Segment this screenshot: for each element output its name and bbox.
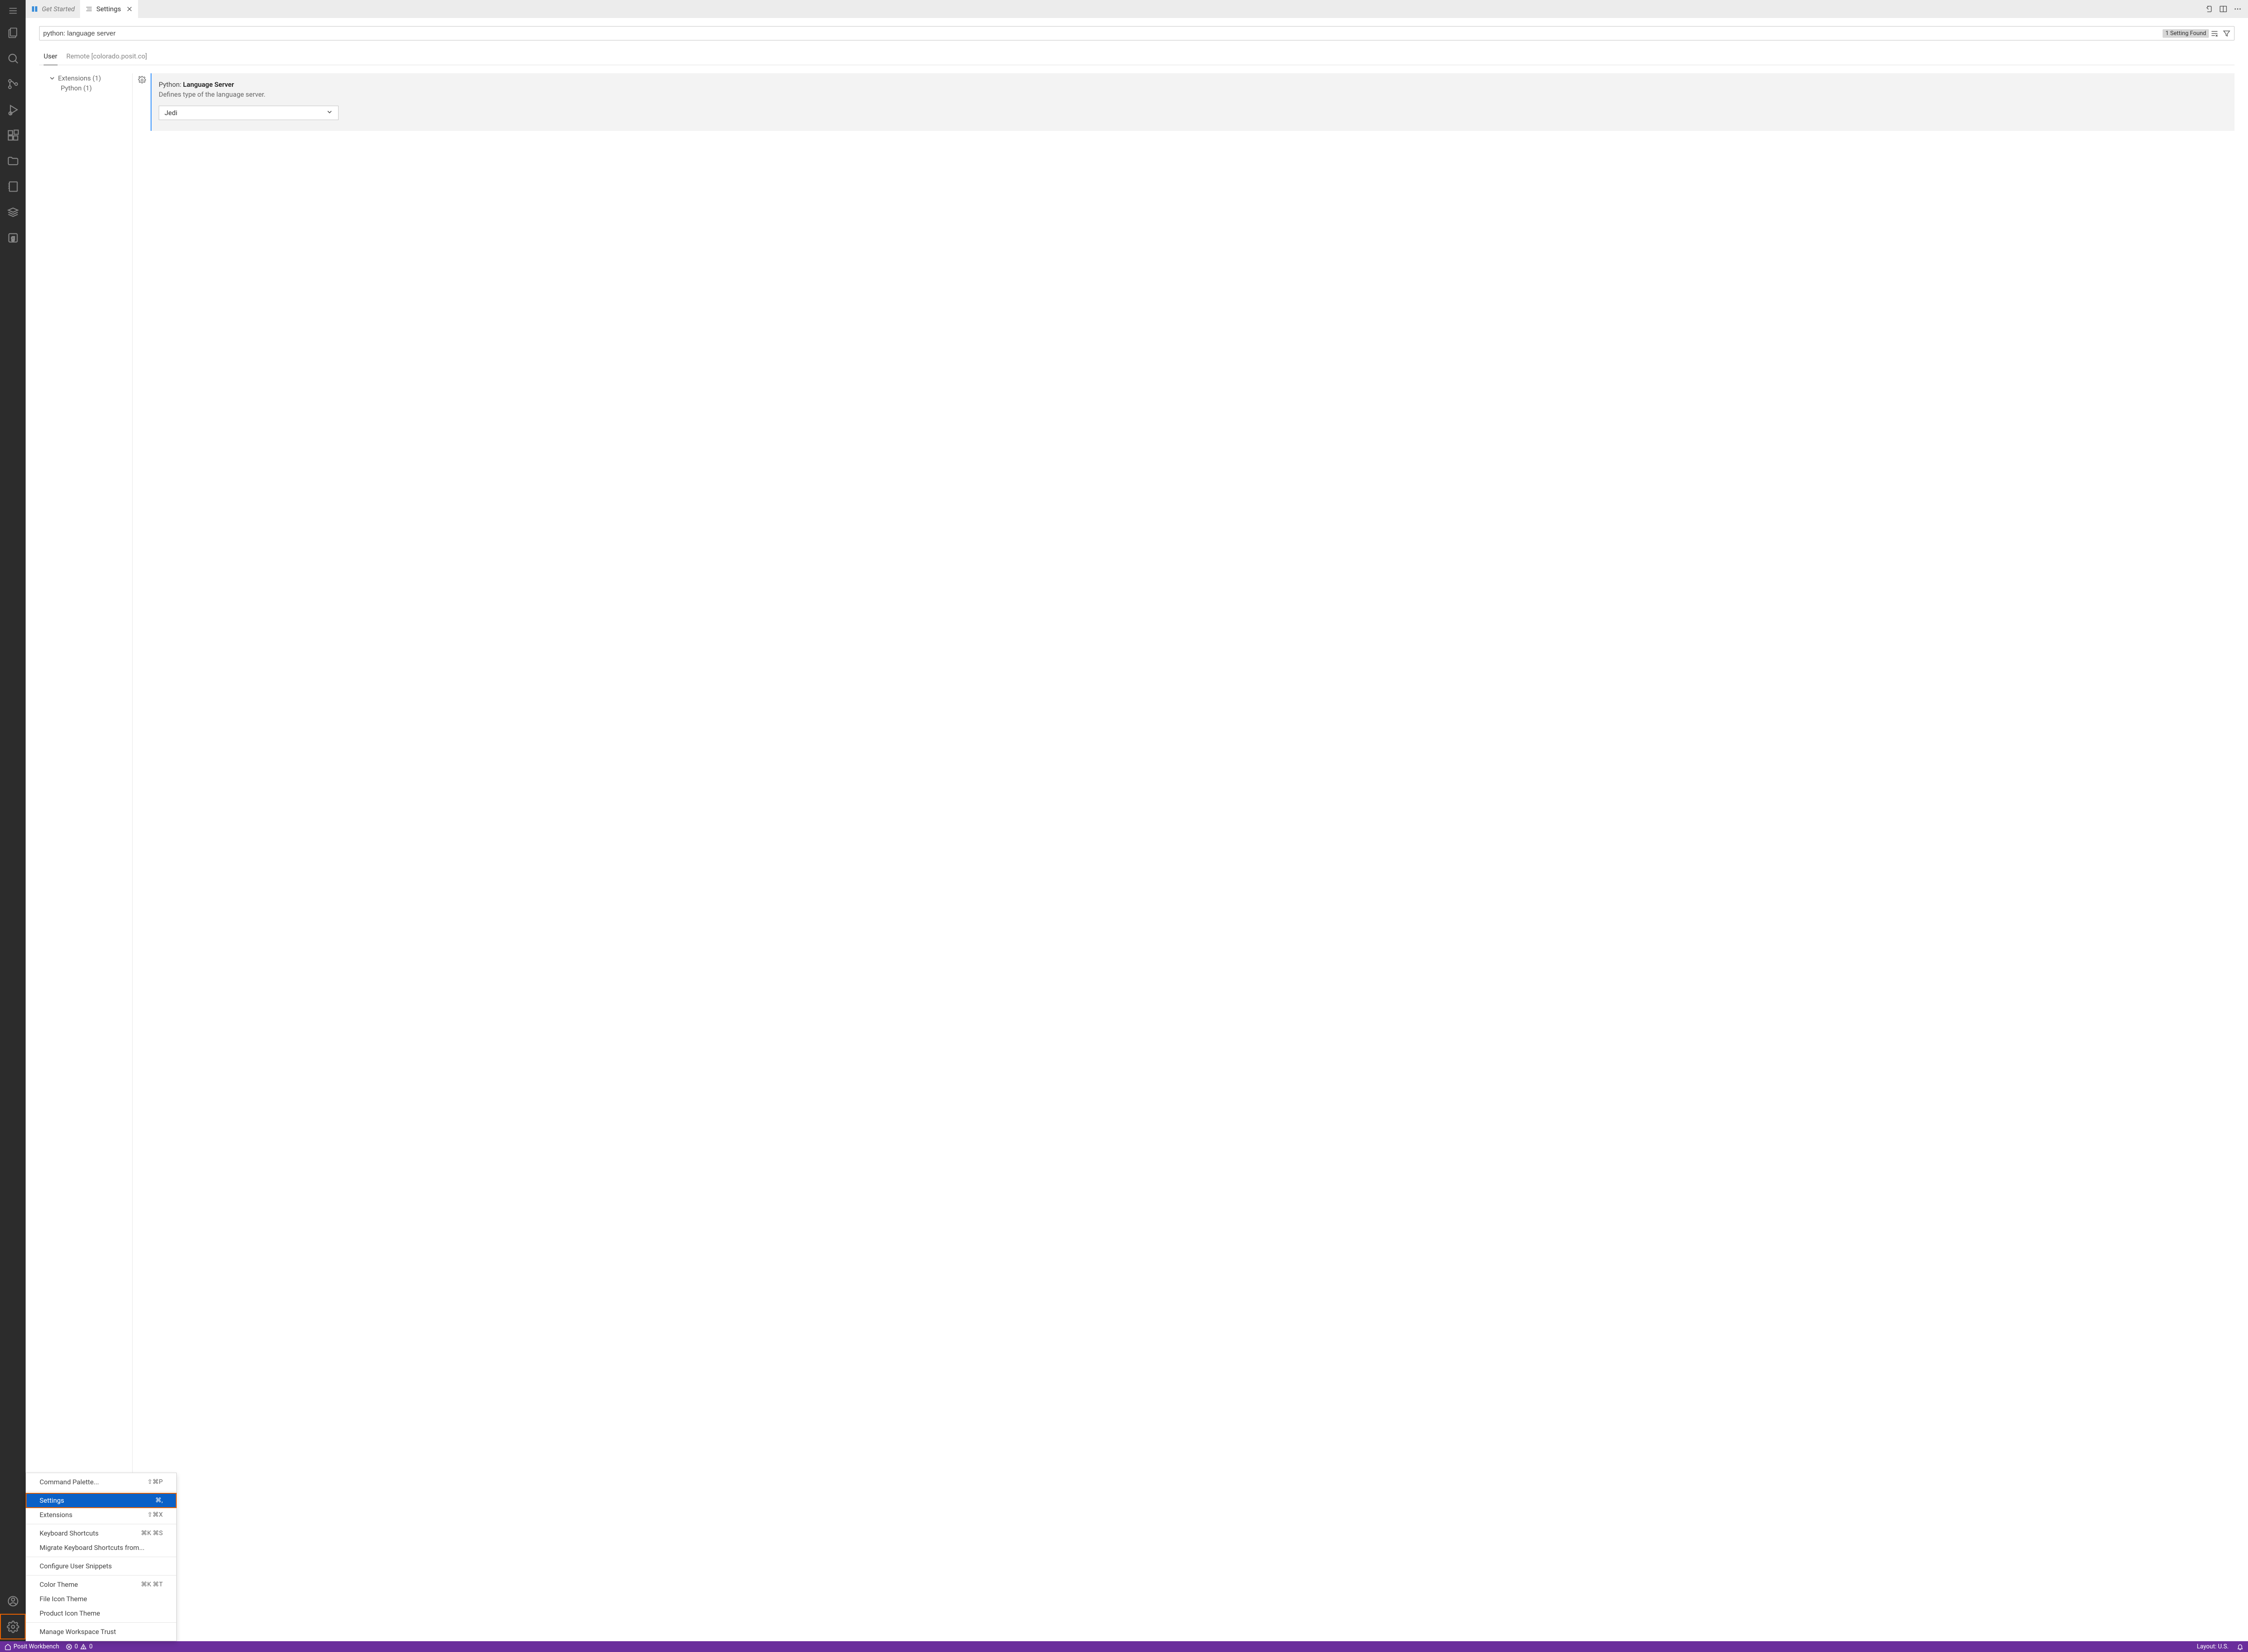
close-icon[interactable] [126, 6, 133, 12]
tab-label: Settings [96, 5, 121, 13]
gear-icon[interactable] [0, 1614, 26, 1639]
tree-label: Extensions (1) [58, 74, 101, 82]
notebook-icon[interactable] [0, 174, 26, 199]
setting-title: Python: Language Server [159, 80, 2226, 89]
settings-tree: Extensions (1) Python (1) [39, 73, 133, 1641]
menu-item-command-palette[interactable]: Command Palette... ⇧⌘P [26, 1475, 176, 1489]
setting-card: Python: Language Server Defines type of … [151, 73, 2235, 131]
chevron-down-icon [49, 75, 55, 81]
folder-icon[interactable] [0, 148, 26, 174]
setting-row: Python: Language Server Defines type of … [138, 73, 2235, 131]
menu-item-color-theme[interactable]: Color Theme ⌘K ⌘T [26, 1577, 176, 1592]
status-problems[interactable]: 0 0 [66, 1643, 93, 1650]
menu-item-keyboard-shortcuts[interactable]: Keyboard Shortcuts ⌘K ⌘S [26, 1526, 176, 1540]
tab-label: Get Started [42, 5, 75, 13]
filter-icon[interactable] [2223, 30, 2230, 37]
activity-bar: g [0, 0, 26, 1641]
status-layout[interactable]: Layout: U.S. [2197, 1643, 2229, 1650]
settings-lines-icon [85, 5, 93, 13]
book-icon [31, 5, 38, 13]
run-debug-icon[interactable] [0, 97, 26, 122]
split-editor-icon[interactable] [2219, 5, 2227, 13]
settings-body: Extensions (1) Python (1) [39, 73, 2235, 1641]
svg-text:g: g [11, 234, 15, 241]
status-bar: Posit Workbench 0 0 Layout: U.S. [0, 1641, 2248, 1652]
search-input[interactable] [43, 30, 2163, 37]
editor-tabs: Get Started Settings [26, 0, 2248, 18]
scope-tabs: User Remote [colorado.posit.co] [39, 49, 2235, 65]
setting-dropdown[interactable]: Jedi [159, 106, 339, 120]
status-workbench[interactable]: Posit Workbench [4, 1643, 59, 1650]
menu-icon[interactable] [0, 2, 26, 20]
settings-detail: Python: Language Server Defines type of … [133, 73, 2235, 1641]
setting-gear-icon[interactable] [138, 73, 151, 84]
scope-tab-user[interactable]: User [44, 49, 58, 65]
tree-label: Python (1) [61, 84, 92, 92]
tree-item-python[interactable]: Python (1) [39, 83, 132, 93]
search-icon[interactable] [0, 45, 26, 71]
tab-get-started[interactable]: Get Started [26, 0, 80, 18]
explorer-icon[interactable] [0, 20, 26, 45]
extensions-icon[interactable] [0, 122, 26, 148]
layers-icon[interactable] [0, 199, 26, 225]
open-external-icon[interactable] [2205, 5, 2213, 13]
settings-search[interactable]: 1 Setting Found [39, 26, 2235, 40]
dropdown-value: Jedi [165, 109, 177, 117]
results-count-badge: 1 Setting Found [2163, 29, 2209, 38]
chevron-down-icon [326, 109, 333, 117]
editor-area: Get Started Settings [26, 0, 2248, 1641]
source-control-icon[interactable] [0, 71, 26, 97]
menu-item-settings[interactable]: Settings ⌘, [26, 1493, 176, 1508]
menu-item-user-snippets[interactable]: Configure User Snippets [26, 1559, 176, 1573]
tree-item-extensions[interactable]: Extensions (1) [39, 73, 132, 83]
menu-item-migrate-shortcuts[interactable]: Migrate Keyboard Shortcuts from... [26, 1540, 176, 1555]
tab-actions [2205, 0, 2248, 18]
menu-item-extensions[interactable]: Extensions ⇧⌘X [26, 1508, 176, 1522]
status-bell-icon[interactable] [2237, 1643, 2244, 1650]
more-icon[interactable] [2234, 5, 2242, 13]
scope-tab-remote[interactable]: Remote [colorado.posit.co] [67, 49, 147, 65]
menu-item-product-icon-theme[interactable]: Product Icon Theme [26, 1606, 176, 1621]
account-icon[interactable] [0, 1588, 26, 1614]
menu-item-workspace-trust[interactable]: Manage Workspace Trust [26, 1625, 176, 1639]
setting-description: Defines type of the language server. [159, 90, 2226, 98]
g-icon[interactable]: g [0, 225, 26, 250]
manage-context-menu: Command Palette... ⇧⌘P Settings ⌘, Exten… [26, 1473, 177, 1641]
menu-item-file-icon-theme[interactable]: File Icon Theme [26, 1592, 176, 1606]
clear-search-icon[interactable] [2211, 30, 2218, 37]
tab-settings[interactable]: Settings [80, 0, 138, 18]
settings-editor: 1 Setting Found User Remote [colorado.po… [26, 18, 2248, 1641]
